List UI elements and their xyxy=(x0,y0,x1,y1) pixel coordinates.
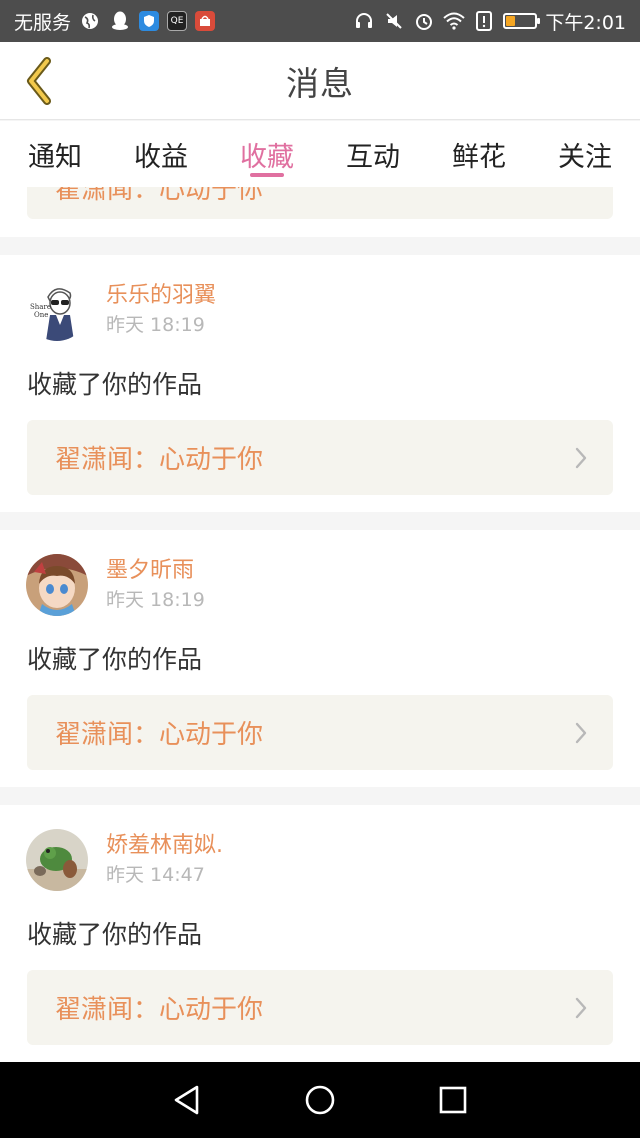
username[interactable]: 娇羞林南姒. xyxy=(106,831,223,861)
nav-home-button[interactable] xyxy=(300,1080,340,1120)
username[interactable]: 墨夕昕雨 xyxy=(106,556,205,586)
page-title: 消息 xyxy=(286,63,354,103)
triangle-back-icon xyxy=(174,1085,198,1115)
work-title: 翟潇闻：心动于你 xyxy=(55,720,264,750)
shield-app-icon xyxy=(139,11,160,31)
clock-text: 下午2:01 xyxy=(545,11,626,34)
action-text: 收藏了你的作品 xyxy=(27,920,203,949)
timestamp: 昨天 18:19 xyxy=(106,589,205,611)
action-text: 收藏了你的作品 xyxy=(27,645,203,674)
shop-app-icon xyxy=(195,11,216,31)
alert-icon xyxy=(473,10,495,32)
circle-home-icon xyxy=(305,1085,335,1115)
nav-recents-button[interactable] xyxy=(433,1080,473,1120)
svg-text:One: One xyxy=(34,311,48,319)
work-link[interactable]: 翟潇闻：心动于你 xyxy=(27,420,613,495)
qq-icon xyxy=(109,10,131,32)
tab-favorites[interactable]: 收藏 xyxy=(238,121,296,187)
globe-icon xyxy=(79,10,101,32)
timestamp: 昨天 14:47 xyxy=(106,864,205,886)
work-title: 翟潇闻：心动于你 xyxy=(55,187,264,205)
chevron-right-icon xyxy=(575,997,587,1018)
status-bar: 无服务 QE 下午2:01 xyxy=(0,0,640,42)
avatar[interactable] xyxy=(26,829,88,891)
chevron-left-icon xyxy=(27,57,51,105)
carrier-text: 无服务 xyxy=(14,11,72,34)
nav-back-button[interactable] xyxy=(167,1080,207,1120)
active-tab-indicator xyxy=(250,173,284,177)
svg-text:Share: Share xyxy=(30,303,51,311)
chevron-right-icon xyxy=(575,722,587,743)
message-list[interactable]: 翟潇闻：心动于你 Share One 乐乐的羽翼 昨天 18:19 收藏了你的作… xyxy=(0,187,640,1062)
headphones-icon xyxy=(353,10,375,32)
tab-notifications[interactable]: 通知 xyxy=(26,121,84,187)
work-link[interactable]: 翟潇闻：心动于你 xyxy=(27,970,613,1045)
username[interactable]: 乐乐的羽翼 xyxy=(106,281,216,311)
tab-label: 鲜花 xyxy=(452,142,506,173)
tab-bar: 通知 收益 收藏 互动 鲜花 关注 xyxy=(0,121,640,187)
work-link[interactable]: 翟潇闻：心动于你 xyxy=(27,695,613,770)
tab-label: 收益 xyxy=(134,142,188,173)
tab-label: 通知 xyxy=(28,142,82,173)
back-button[interactable] xyxy=(14,56,64,106)
tab-earnings[interactable]: 收益 xyxy=(132,121,190,187)
alarm-icon xyxy=(413,10,435,32)
tab-label: 收藏 xyxy=(240,142,294,173)
list-item: 翟潇闻：心动于你 xyxy=(0,187,640,237)
tab-interactions[interactable]: 互动 xyxy=(344,121,402,187)
work-title: 翟潇闻：心动于你 xyxy=(55,445,264,475)
timestamp: 昨天 18:19 xyxy=(106,314,205,336)
tab-label: 互动 xyxy=(346,142,400,173)
work-link[interactable]: 翟潇闻：心动于你 xyxy=(27,187,613,219)
tab-flowers[interactable]: 鲜花 xyxy=(450,121,508,187)
mute-icon xyxy=(383,10,405,32)
square-recents-icon xyxy=(440,1086,467,1114)
action-text: 收藏了你的作品 xyxy=(27,370,203,399)
wifi-icon xyxy=(443,10,465,32)
header: 消息 xyxy=(0,42,640,120)
tab-following[interactable]: 关注 xyxy=(556,121,614,187)
avatar[interactable]: Share One xyxy=(26,279,88,341)
list-item: 娇羞林南姒. 昨天 14:47 收藏了你的作品 翟潇闻：心动于你 xyxy=(0,805,640,1062)
tab-label: 关注 xyxy=(558,142,612,173)
list-item: 墨夕昕雨 昨天 18:19 收藏了你的作品 翟潇闻：心动于你 xyxy=(0,530,640,787)
list-item: Share One 乐乐的羽翼 昨天 18:19 收藏了你的作品 翟潇闻：心动于… xyxy=(0,255,640,512)
chevron-right-icon xyxy=(575,447,587,468)
work-title: 翟潇闻：心动于你 xyxy=(55,995,264,1025)
system-nav-bar xyxy=(0,1062,640,1138)
mall-app-icon: QE xyxy=(167,11,188,31)
battery-icon xyxy=(503,13,541,29)
avatar[interactable] xyxy=(26,554,88,616)
